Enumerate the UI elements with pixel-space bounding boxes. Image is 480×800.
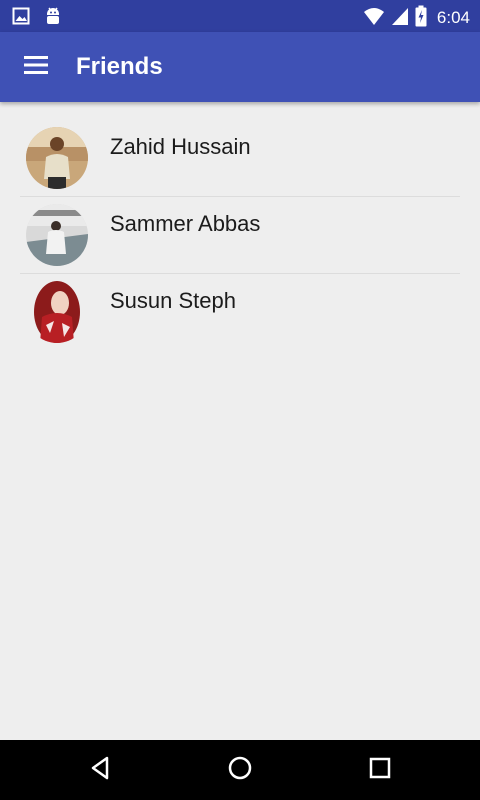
navigation-bar	[0, 740, 480, 800]
cell-signal-icon	[391, 6, 409, 30]
page-title: Friends	[76, 53, 163, 80]
avatar	[26, 281, 88, 343]
friends-list: Zahid Hussain Sammer Abbas Susun Steph	[20, 120, 460, 350]
screen: 6:04 Friends Zahid Hussain Sammer Abbas …	[0, 0, 480, 800]
recents-button[interactable]	[362, 752, 398, 788]
battery-charging-icon	[415, 5, 427, 31]
avatar	[26, 204, 88, 266]
friend-name: Zahid Hussain	[110, 134, 251, 159]
friend-name: Sammer Abbas	[110, 211, 261, 236]
home-icon	[228, 756, 252, 784]
avatar	[26, 127, 88, 189]
status-time: 6:04	[436, 8, 470, 27]
status-right-icons: 6:04	[363, 5, 470, 31]
back-button[interactable]	[82, 752, 118, 788]
menu-button[interactable]	[12, 43, 60, 91]
image-notification-icon	[12, 7, 30, 29]
list-item[interactable]: Susun Steph	[20, 274, 460, 350]
status-left-icons	[12, 6, 62, 30]
friend-name: Susun Steph	[110, 288, 236, 313]
list-item[interactable]: Zahid Hussain	[20, 120, 460, 197]
home-button[interactable]	[222, 752, 258, 788]
back-icon	[88, 756, 112, 784]
wifi-icon	[363, 6, 385, 30]
hamburger-menu-icon	[24, 56, 48, 78]
list-item[interactable]: Sammer Abbas	[20, 197, 460, 274]
recents-icon	[368, 756, 392, 784]
app-bar: Friends	[0, 32, 480, 102]
android-debug-icon	[44, 6, 62, 30]
status-bar: 6:04	[0, 0, 480, 32]
